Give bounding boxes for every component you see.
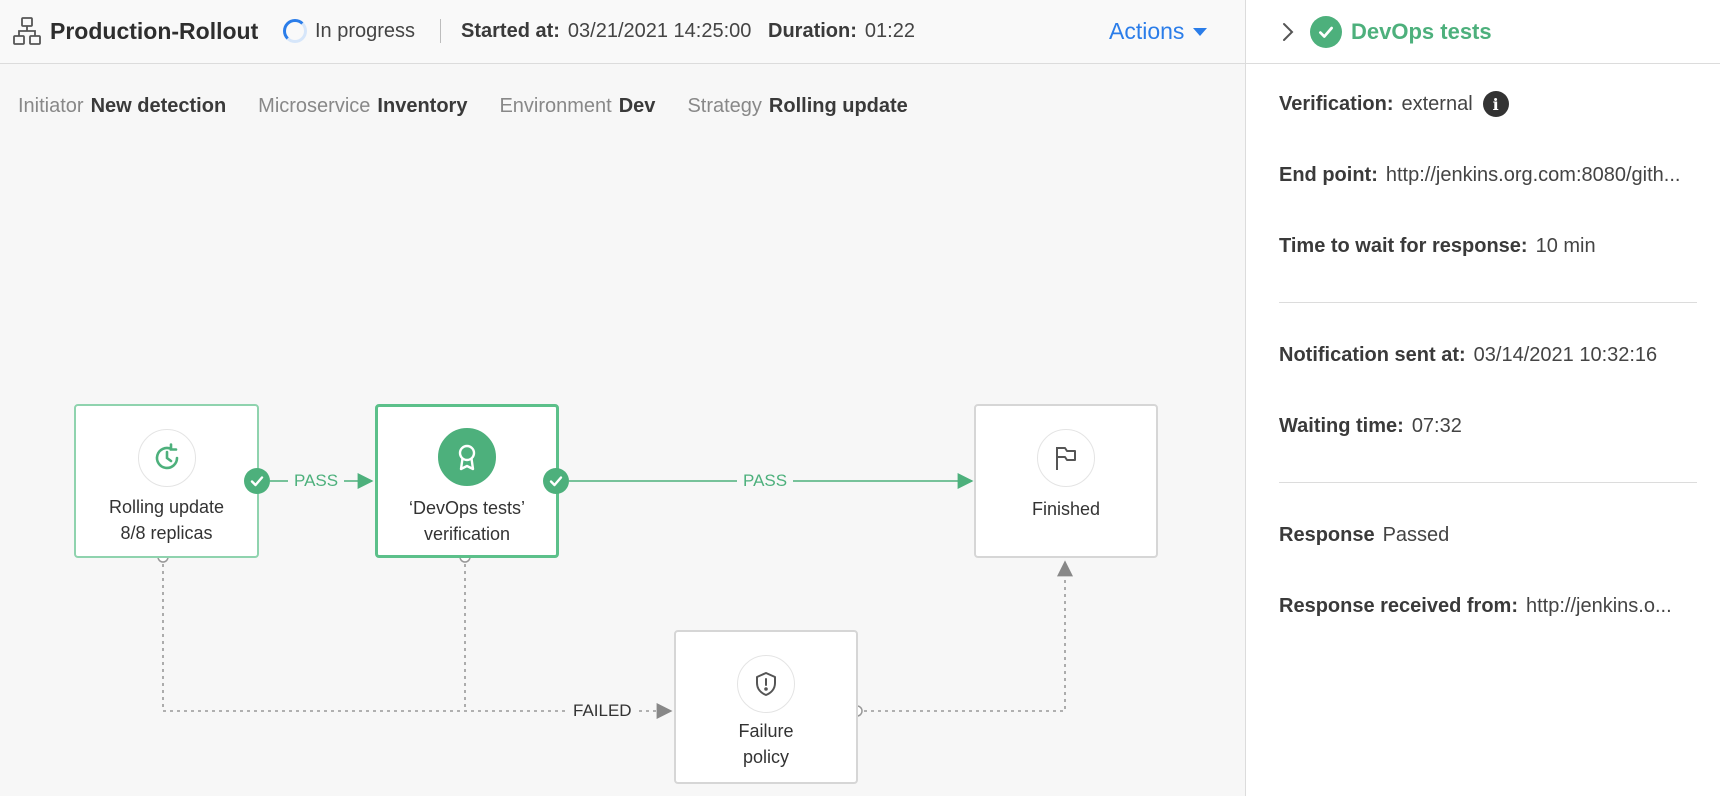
edge-label-pass: PASS	[288, 471, 345, 491]
meta-key: Strategy	[687, 94, 762, 117]
edge-failed-rolling	[162, 557, 673, 719]
meta-initiator: Initiator New detection	[18, 95, 226, 118]
row-label: Response received from:	[1279, 595, 1518, 617]
started-at: Started at: 03/21/2021 14:25:00	[461, 0, 751, 62]
workflow-header: Production-Rollout In progress Started a…	[0, 0, 1245, 64]
meta-value: New detection	[90, 94, 227, 117]
row-received: Response received from: http://jenkins.o…	[1279, 595, 1672, 618]
header-divider	[440, 19, 441, 43]
meta-microservice: Microservice Inventory	[258, 95, 467, 118]
actions-label: Actions	[1109, 17, 1185, 44]
row-label: Response	[1279, 524, 1375, 546]
clock-refresh-icon	[137, 429, 196, 487]
row-label: End point:	[1279, 164, 1378, 186]
meta-strategy: Strategy Rolling update	[687, 95, 907, 118]
row-endpoint: End point: http://jenkins.org.com:8080/g…	[1279, 164, 1680, 187]
node-label-line: Failure	[738, 721, 794, 741]
node-label-line: 8/8 replicas	[120, 523, 213, 543]
flag-icon	[1037, 429, 1095, 487]
spinner-icon	[283, 19, 307, 43]
started-value: 03/21/2021 14:25:00	[567, 19, 752, 42]
workflow-icon	[12, 0, 42, 62]
caret-down-icon	[1193, 28, 1208, 36]
edge-label-failed: FAILED	[567, 701, 638, 721]
main-area: Production-Rollout In progress Started a…	[0, 0, 1245, 796]
status-text: In progress	[315, 19, 416, 42]
node-label: ‘DevOps tests’ verification	[378, 495, 556, 547]
check-icon	[543, 468, 569, 494]
row-wait: Time to wait for response: 10 min	[1279, 235, 1596, 258]
duration-value: 01:22	[864, 19, 915, 42]
row-response: Response Passed	[1279, 524, 1449, 547]
row-waiting: Waiting time: 07:32	[1279, 415, 1462, 438]
row-verification: Verification: external i	[1279, 91, 1509, 117]
meta-value: Rolling update	[768, 94, 908, 117]
info-icon[interactable]: i	[1482, 91, 1509, 117]
panel-title: DevOps tests	[1351, 18, 1492, 44]
panel-divider	[1279, 302, 1697, 303]
node-label: Finished	[1031, 499, 1101, 519]
row-value: http://jenkins.o...	[1525, 595, 1672, 617]
duration: Duration: 01:22	[768, 0, 915, 62]
meta-key: Microservice	[258, 94, 371, 117]
workflow-meta: Initiator New detection Microservice Inven…	[18, 90, 940, 122]
meta-value: Inventory	[377, 94, 468, 117]
meta-environment: Environment Dev	[499, 95, 655, 118]
edge-failure-finished	[857, 560, 1073, 712]
row-notification: Notification sent at: 03/14/2021 10:32:1…	[1279, 344, 1657, 367]
row-label: Time to wait for response:	[1279, 235, 1528, 257]
row-value: 03/14/2021 10:32:16	[1473, 344, 1658, 366]
actions-dropdown[interactable]: Actions	[1109, 0, 1208, 62]
shield-alert-icon	[737, 655, 795, 713]
details-panel: DevOps tests Verification: external i En…	[1245, 0, 1720, 796]
meta-key: Environment	[499, 94, 612, 117]
panel-header: DevOps tests	[1246, 0, 1720, 64]
node-label: Failure policy	[676, 718, 856, 770]
node-finished[interactable]: Finished	[974, 404, 1158, 558]
row-label: Verification:	[1279, 92, 1394, 115]
row-value: 07:32	[1411, 415, 1462, 437]
node-label-line: ‘DevOps tests’	[408, 498, 526, 518]
node-rolling-update[interactable]: Rolling update 8/8 replicas	[74, 404, 259, 558]
node-failure-policy[interactable]: Failure policy	[674, 630, 858, 784]
row-value: 10 min	[1535, 235, 1596, 257]
row-label: Waiting time:	[1279, 415, 1404, 437]
node-label-line: policy	[742, 747, 790, 767]
duration-label: Duration:	[768, 19, 857, 42]
award-icon	[438, 428, 496, 486]
row-value: Passed	[1382, 524, 1450, 546]
node-label-line: verification	[423, 524, 511, 544]
row-value: external	[1401, 92, 1473, 115]
meta-value: Dev	[618, 94, 656, 117]
chevron-right-icon[interactable]	[1278, 22, 1298, 42]
row-label: Notification sent at:	[1279, 344, 1466, 366]
check-icon	[244, 468, 270, 494]
status-indicator: In progress	[283, 0, 415, 62]
started-label: Started at:	[461, 19, 560, 42]
panel-divider	[1279, 482, 1697, 483]
row-value: http://jenkins.org.com:8080/gith...	[1385, 164, 1681, 186]
check-circle-icon	[1310, 15, 1342, 48]
node-label-line: Rolling update	[108, 497, 225, 517]
meta-key: Initiator	[18, 94, 84, 117]
node-label: Rolling update 8/8 replicas	[76, 494, 257, 546]
workflow-title: Production-Rollout	[50, 17, 259, 44]
edge-label-pass: PASS	[737, 471, 794, 491]
node-devops-verification[interactable]: ‘DevOps tests’ verification	[375, 404, 559, 558]
